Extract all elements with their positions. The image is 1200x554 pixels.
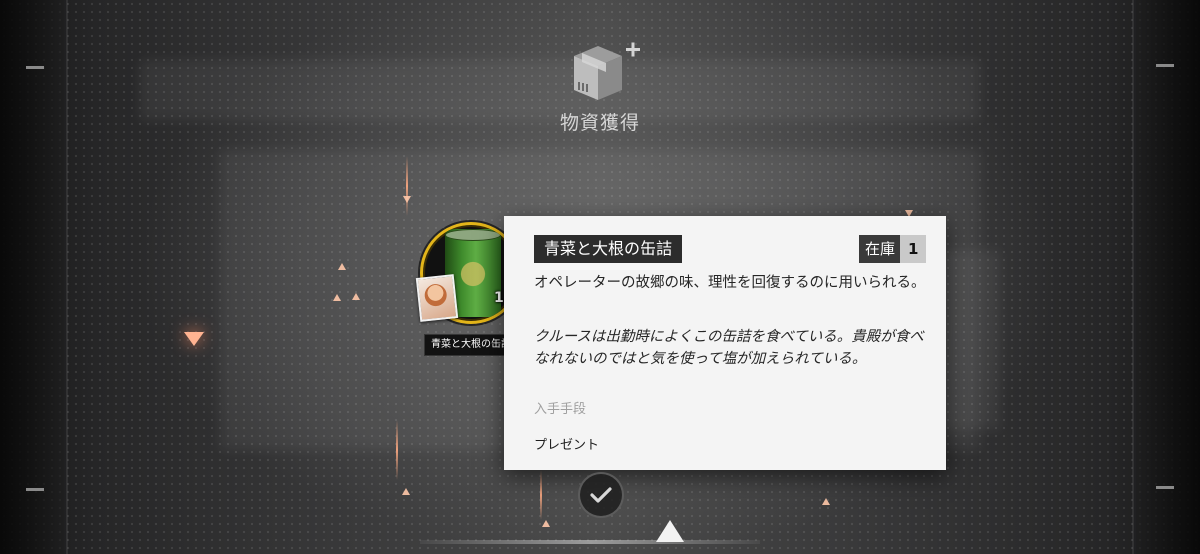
item-description: オペレーターの故郷の味、理性を回復するのに用いられる。: [534, 275, 926, 291]
particle-triangle: [352, 293, 360, 300]
confirm-button[interactable]: [578, 472, 624, 518]
bottom-glow-bar: [420, 540, 760, 544]
left-frame-line: [66, 0, 68, 554]
light-streak: [540, 470, 542, 520]
bottom-indicator-triangle: [656, 520, 684, 542]
right-side-bar: [1136, 0, 1200, 554]
right-frame-line: [1132, 0, 1134, 554]
acquisition-value: プレゼント: [534, 438, 600, 453]
stock-label: 在庫: [859, 235, 901, 263]
page-title: 物資獲得: [559, 112, 640, 134]
supply-box-plus-icon: [570, 42, 646, 106]
particle-triangle: [403, 196, 411, 203]
particle-triangle: [402, 488, 410, 495]
item-detail-popup: 青菜と大根の缶詰 在庫 1 オペレーターの故郷の味、理性を回復するのに用いられる…: [504, 216, 946, 470]
light-streak: [406, 156, 408, 216]
particle-triangle: [542, 520, 550, 527]
right-tick-mark: [1156, 64, 1174, 67]
light-streak: [396, 420, 398, 480]
operator-portrait-thumbnail: [415, 274, 459, 322]
item-quantity: 1: [494, 290, 504, 306]
particle-triangle: [338, 263, 346, 270]
left-tick-mark: [26, 488, 44, 491]
acquisition-label: 入手手段: [534, 402, 587, 417]
stock-value: 1: [900, 235, 927, 263]
item-detail-title: 青菜と大根の缶詰: [534, 235, 683, 263]
left-tick-mark: [26, 66, 44, 69]
can-label: [449, 257, 497, 291]
particle-triangle: [822, 498, 830, 505]
checkmark-icon: [590, 487, 612, 503]
item-flavor-text: クルースは出勤時によくこの缶詰を食べている。貴殿が食べなれないのではと気を使って…: [534, 329, 924, 367]
particle-triangle: [333, 294, 341, 301]
glowing-down-arrow: [184, 332, 204, 346]
right-tick-mark: [1156, 486, 1174, 489]
left-side-bar: [0, 0, 64, 554]
stock-indicator: 在庫 1: [859, 235, 927, 263]
